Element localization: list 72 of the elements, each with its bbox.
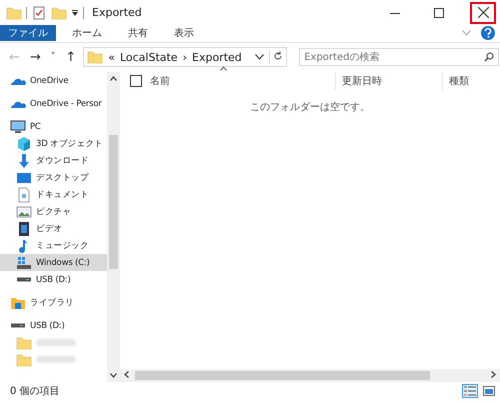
dropdown-icon[interactable] [255, 54, 264, 60]
path-separator: › [182, 50, 187, 64]
film-icon [16, 220, 32, 236]
folder-icon [6, 4, 22, 20]
select-all-checkbox[interactable] [130, 75, 142, 87]
nav-item[interactable]: ドキュメント [0, 186, 107, 203]
drive-icon [11, 323, 25, 328]
nav-item[interactable]: USB (D:) [0, 271, 107, 288]
sort-ascending-icon [220, 66, 227, 71]
document-icon [16, 186, 32, 202]
details-view-button[interactable] [462, 384, 478, 398]
right-chevron-icon [491, 371, 496, 378]
nav-item[interactable]: ライブラリ [0, 294, 107, 311]
nav-item[interactable]: OneDrive [0, 72, 107, 89]
column-header[interactable]: 更新日時 [335, 72, 442, 90]
scrollbar-thumb[interactable] [109, 135, 118, 269]
up-chevron-icon [110, 76, 117, 81]
search-field[interactable]: Exportedの検索 [299, 48, 500, 66]
refresh-icon [273, 51, 284, 61]
ribbon-tab[interactable]: ファイル [0, 25, 56, 41]
window-title: Exported [92, 6, 143, 19]
properties-icon[interactable] [31, 4, 47, 20]
forward-button[interactable]: → [26, 50, 44, 64]
nav-item[interactable]: Windows (C:) [0, 254, 107, 271]
address-bar[interactable]: « LocalState › Exported [83, 47, 288, 67]
picture-frame-icon [16, 204, 32, 220]
dropdown-icon[interactable] [71, 8, 79, 16]
column-header[interactable]: 名前 [150, 72, 335, 90]
system-drive-icon [16, 254, 32, 270]
nav-item[interactable]: USB (D:) [0, 317, 107, 334]
empty-folder-message: このフォルダーは空です。 [250, 102, 370, 113]
path-segment[interactable]: LocalState [120, 50, 178, 64]
blurred-name [36, 339, 76, 346]
nav-item[interactable]: OneDrive - Persor [0, 95, 107, 112]
column-header[interactable]: 種類 [442, 72, 469, 90]
refresh-button[interactable] [269, 50, 284, 64]
close-button[interactable] [470, 2, 496, 24]
search-icon[interactable] [484, 52, 494, 62]
computer-icon [10, 118, 26, 134]
download-arrow-icon [16, 152, 32, 168]
new-folder-icon [51, 4, 67, 20]
folder-icon [87, 49, 104, 65]
down-chevron-icon [110, 373, 117, 378]
cube-icon [16, 136, 32, 152]
nav-item[interactable]: ビデオ [0, 220, 107, 237]
ribbon-tab[interactable]: 表示 [164, 25, 204, 41]
folder-icon [16, 352, 32, 368]
path-overflow: « [108, 50, 115, 64]
left-chevron-icon [124, 371, 129, 378]
up-button[interactable]: ↑ [62, 50, 80, 64]
nav-item[interactable]: PC [0, 118, 107, 135]
nav-item[interactable]: 3D オブジェクト [0, 135, 107, 152]
recent-locations-button[interactable]: ˅ [48, 52, 58, 62]
large-icons-view-icon [483, 386, 495, 396]
blurred-name [36, 356, 76, 363]
close-icon [478, 7, 488, 18]
ribbon-tab[interactable]: 共有 [118, 25, 158, 41]
path-segment[interactable]: Exported [192, 50, 242, 64]
nav-item[interactable]: デスクトップ [0, 169, 107, 186]
scrollbar-thumb[interactable] [135, 371, 430, 380]
nav-item[interactable]: ミュージック [0, 237, 107, 254]
details-view-icon [464, 386, 476, 396]
ribbon-tab[interactable]: ホーム [62, 25, 112, 41]
help-button[interactable] [481, 26, 495, 40]
large-icons-view-button[interactable] [481, 384, 497, 398]
drive-icon [17, 277, 31, 282]
question-mark-icon [484, 28, 492, 38]
nav-item[interactable]: ダウンロード [0, 152, 107, 169]
item-count: 0 個の項目 [10, 385, 61, 398]
folder-icon [16, 334, 32, 350]
maximize-icon [434, 8, 444, 18]
nav-item[interactable]: ピクチャ [0, 203, 107, 220]
